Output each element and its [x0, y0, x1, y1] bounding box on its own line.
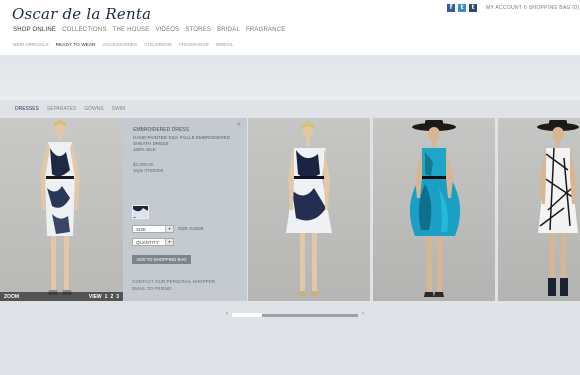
subnav-fragrance[interactable]: FRAGRANCE [179, 43, 209, 48]
product-description: HAND-PAINTED SILK FAILLE EMBROIDERED SHE… [133, 135, 243, 153]
product-title: EMBROIDERED DRESS [133, 127, 189, 133]
product-price-block: $3,890.00 Style #TE8005 [133, 162, 163, 174]
add-to-bag-button[interactable]: ADD TO SHOPPING BAG [132, 255, 191, 264]
view-selector: VIEW 1 2 3 [89, 294, 119, 300]
size-select[interactable]: SIZE ▾ [132, 225, 174, 233]
zoom-button[interactable]: ZOOM [4, 294, 19, 300]
description-line: 100% SILK [133, 147, 156, 152]
quantity-select-value: QUANTITY [136, 240, 159, 245]
color-swatch[interactable] [132, 205, 149, 219]
nav-bridal[interactable]: BRIDAL [217, 27, 240, 33]
quantity-select[interactable]: QUANTITY ▾ [132, 238, 174, 246]
model-figure-4 [537, 120, 579, 296]
nav-videos[interactable]: VIDEOS [155, 27, 179, 33]
nav-stores[interactable]: STORES [185, 27, 211, 33]
chevron-right-icon[interactable]: › [362, 311, 364, 318]
category-gowns[interactable]: GOWNS [84, 106, 103, 112]
subnav-new-arrivals[interactable]: NEW ARRIVALS [13, 43, 49, 48]
model-figure-1 [40, 120, 80, 295]
scrollbar-thumb[interactable] [232, 313, 262, 317]
chevron-down-icon: ▾ [165, 239, 173, 245]
email-friend-link[interactable]: EMAIL TO FRIEND [132, 286, 171, 291]
nav-collections[interactable]: COLLECTIONS [62, 27, 107, 33]
subnav-bridal[interactable]: BRIDAL [216, 43, 233, 48]
subnav-ready-to-wear[interactable]: READY TO WEAR [56, 43, 96, 48]
nav-the-house[interactable]: THE HOUSE [113, 27, 150, 33]
product-photo-graphic-dress[interactable] [498, 118, 580, 301]
social-links: f t t [447, 4, 477, 12]
subnav-accessories[interactable]: ACCESSORIES [103, 43, 138, 48]
zoom-bar: ZOOM VIEW 1 2 3 [0, 292, 123, 301]
product-style-number: Style #TE8005 [133, 168, 164, 173]
chevron-left-icon[interactable]: ‹ [226, 311, 228, 318]
gallery-scrollbar[interactable]: ‹ › [226, 311, 364, 318]
view-1-button[interactable]: 1 [105, 294, 108, 300]
hero-band [0, 55, 580, 100]
subnav-childrens[interactable]: CHILDRENS [144, 43, 172, 48]
product-photo-embroidered-dress[interactable]: ZOOM VIEW 1 2 3 [0, 118, 123, 301]
view-label: VIEW [88, 293, 102, 300]
contact-shopper-link[interactable]: CONTACT OUR PERSONAL SHOPPER [132, 279, 215, 284]
model-figure-2 [286, 121, 332, 296]
product-photo-strapless-dress[interactable] [248, 118, 370, 301]
nav-shop-online[interactable]: SHOP ONLINE [13, 27, 56, 33]
brand-logo[interactable]: Oscar de la Renta [12, 5, 151, 23]
twitter-icon[interactable]: t [458, 4, 466, 12]
model-figure-3 [409, 120, 461, 297]
size-guide-link[interactable]: SIZE GUIDE [178, 226, 204, 231]
shopping-bag-link[interactable]: 0 SHOPPING BAG (0) [524, 5, 579, 11]
size-select-value: SIZE [136, 227, 147, 232]
main-nav: SHOP ONLINE COLLECTIONS THE HOUSE VIDEOS… [13, 27, 285, 33]
product-photo-teal-dress[interactable] [373, 118, 495, 301]
category-separates[interactable]: SEPARATES [47, 106, 76, 112]
product-detail-panel: × EMBROIDERED DRESS HAND-PAINTED SILK FA… [123, 118, 247, 301]
swatch-pattern-icon [133, 208, 148, 218]
site-header: Oscar de la Renta f t t MY ACCOUNT 0 SHO… [0, 0, 580, 55]
category-nav: DRESSES SEPARATES GOWNS SWIM [15, 106, 125, 112]
category-swim[interactable]: SWIM [112, 106, 126, 112]
sub-nav: NEW ARRIVALS READY TO WEAR ACCESSORIES C… [13, 43, 233, 48]
my-account-link[interactable]: MY ACCOUNT [486, 5, 522, 11]
close-icon[interactable]: × [236, 120, 241, 129]
view-3-button[interactable]: 3 [116, 294, 119, 300]
tumblr-icon[interactable]: t [469, 4, 477, 12]
facebook-icon[interactable]: f [447, 4, 455, 12]
view-2-button[interactable]: 2 [110, 294, 113, 300]
nav-fragrance[interactable]: FRAGRANCE [246, 27, 285, 33]
category-dresses[interactable]: DRESSES [15, 106, 39, 112]
chevron-down-icon: ▾ [165, 226, 173, 232]
